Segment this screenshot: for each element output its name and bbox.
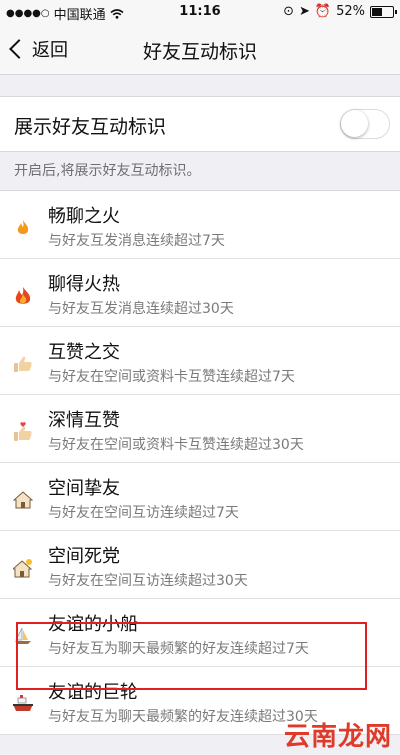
watermark: 云南龙网 (283, 722, 392, 752)
list-item: 深情互赞 与好友在空间或资料卡互赞连续超过30天 (0, 395, 400, 463)
item-desc: 与好友在空间互访连续超过7天 (48, 505, 239, 521)
item-desc: 与好友在空间或资料卡互赞连续超过7天 (48, 369, 295, 385)
list-item: 空间死党 与好友在空间互访连续超过30天 (0, 531, 400, 599)
list-item: 空间挚友 与好友在空间互访连续超过7天 (0, 463, 400, 531)
badge-list: 畅聊之火 与好友互发消息连续超过7天 聊得火热 与好友互发消息连续超过30天 互… (0, 190, 400, 735)
item-title: 空间挚友 (48, 478, 120, 499)
item-title: 友谊的巨轮 (48, 682, 138, 703)
hint-text: 开启后,将展示好友互动标识。 (14, 163, 201, 179)
list-item: 友谊的小船 与好友互为聊天最频繁的好友连续超过7天 (0, 599, 400, 667)
big-flame-icon (12, 285, 34, 307)
item-title: 友谊的小船 (48, 614, 138, 635)
switch-knob (341, 110, 368, 137)
item-title: 互赞之交 (48, 342, 120, 363)
status-right: ⊙ ➤ ⏰ 52% (283, 4, 397, 19)
ship-icon (12, 693, 34, 715)
house-sun-icon (12, 557, 34, 579)
battery-fill (372, 7, 382, 16)
nav-bar: 返回 好友互动标识 (0, 24, 400, 75)
battery-icon (370, 5, 397, 18)
item-desc: 与好友互为聊天最频繁的好友连续超过30天 (48, 709, 318, 725)
flame-icon (12, 217, 34, 239)
thumbs-up-heart-icon (12, 421, 34, 443)
alarm-icon: ⏰ (314, 4, 332, 19)
item-desc: 与好友在空间或资料卡互赞连续超过30天 (48, 437, 304, 453)
thumbs-up-icon (12, 353, 34, 375)
item-desc: 与好友互发消息连续超过30天 (48, 301, 234, 317)
item-title: 深情互赞 (48, 410, 120, 431)
status-bar: ●●●●○ 中国联通 11:16 ⊙ ➤ ⏰ 52% (0, 0, 400, 24)
toggle-row: 展示好友互动标识 (0, 96, 400, 152)
item-desc: 与好友互为聊天最频繁的好友连续超过7天 (48, 641, 309, 657)
list-item: 互赞之交 与好友在空间或资料卡互赞连续超过7天 (0, 327, 400, 395)
list-item: 畅聊之火 与好友互发消息连续超过7天 (0, 191, 400, 259)
list-item: 聊得火热 与好友互发消息连续超过30天 (0, 259, 400, 327)
page-title: 好友互动标识 (142, 41, 257, 63)
show-badge-switch[interactable] (340, 109, 390, 139)
item-desc: 与好友互发消息连续超过7天 (48, 233, 225, 249)
house-icon (12, 489, 34, 511)
item-title: 空间死党 (48, 546, 120, 567)
item-desc: 与好友在空间互访连续超过30天 (48, 573, 248, 589)
item-title: 畅聊之火 (48, 206, 120, 227)
toggle-label: 展示好友互动标识 (14, 116, 167, 138)
sailboat-icon (12, 625, 34, 647)
item-title: 聊得火热 (48, 274, 120, 295)
portrait-lock-icon: ⊙ (283, 4, 294, 19)
location-icon: ➤ (299, 4, 310, 19)
battery-percent: 52% (336, 4, 365, 19)
